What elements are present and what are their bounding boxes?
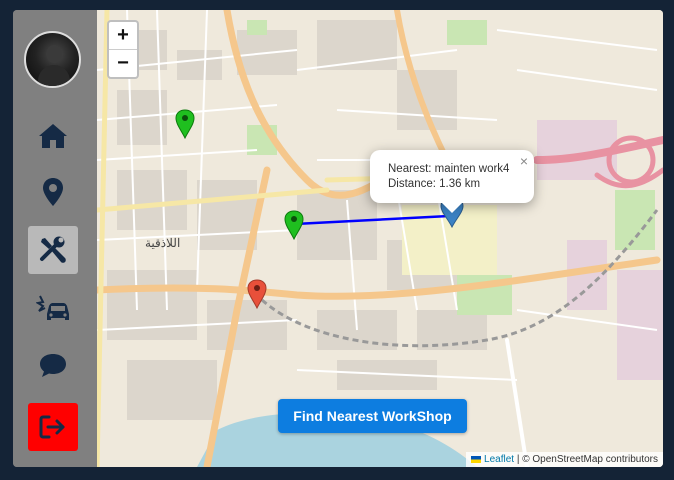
sidebar: [13, 10, 97, 467]
nav-accidents-button[interactable]: [28, 284, 78, 332]
zoom-in-button[interactable]: +: [109, 22, 137, 50]
nav-chat-button[interactable]: [28, 341, 78, 389]
ukraine-flag-icon: [471, 455, 482, 463]
home-icon: [39, 124, 67, 148]
popup-close-icon[interactable]: ×: [520, 153, 528, 169]
avatar[interactable]: [24, 31, 81, 88]
map-marker-icon: [43, 178, 63, 206]
avatar-body: [38, 65, 70, 86]
city-label: اللاذقية: [145, 236, 181, 250]
nav-map-button[interactable]: [28, 168, 78, 216]
nav-home-button[interactable]: [28, 112, 78, 160]
map-view[interactable]: اللاذقية + − Nearest: mainten work4 Dist…: [97, 10, 663, 467]
nearest-workshop-popup: Nearest: mainten work4 Distance: 1.36 km…: [370, 150, 534, 213]
car-crash-icon: [36, 295, 69, 320]
avatar-head: [46, 45, 62, 63]
popup-tip: [442, 203, 462, 213]
logout-icon: [39, 415, 65, 439]
osm-attribution-text: © OpenStreetMap contributors: [522, 454, 658, 465]
popup-distance-text: Distance: 1.36 km: [388, 178, 481, 190]
popup-nearest-text: Nearest: mainten work4: [388, 163, 510, 175]
map-attribution: Leaflet | © OpenStreetMap contributors: [466, 452, 663, 467]
find-nearest-workshop-button[interactable]: Find Nearest WorkShop: [278, 399, 467, 433]
app-frame: اللاذقية + − Nearest: mainten work4 Dist…: [13, 10, 663, 467]
zoom-out-button[interactable]: −: [109, 50, 137, 77]
chat-bubble-icon: [40, 354, 66, 377]
leaflet-link[interactable]: Leaflet: [484, 454, 514, 465]
attribution-separator: |: [516, 454, 520, 465]
logout-button[interactable]: [28, 403, 78, 451]
tools-icon: [40, 236, 66, 263]
nav-workshops-button[interactable]: [28, 226, 78, 274]
zoom-control: + −: [107, 20, 139, 79]
